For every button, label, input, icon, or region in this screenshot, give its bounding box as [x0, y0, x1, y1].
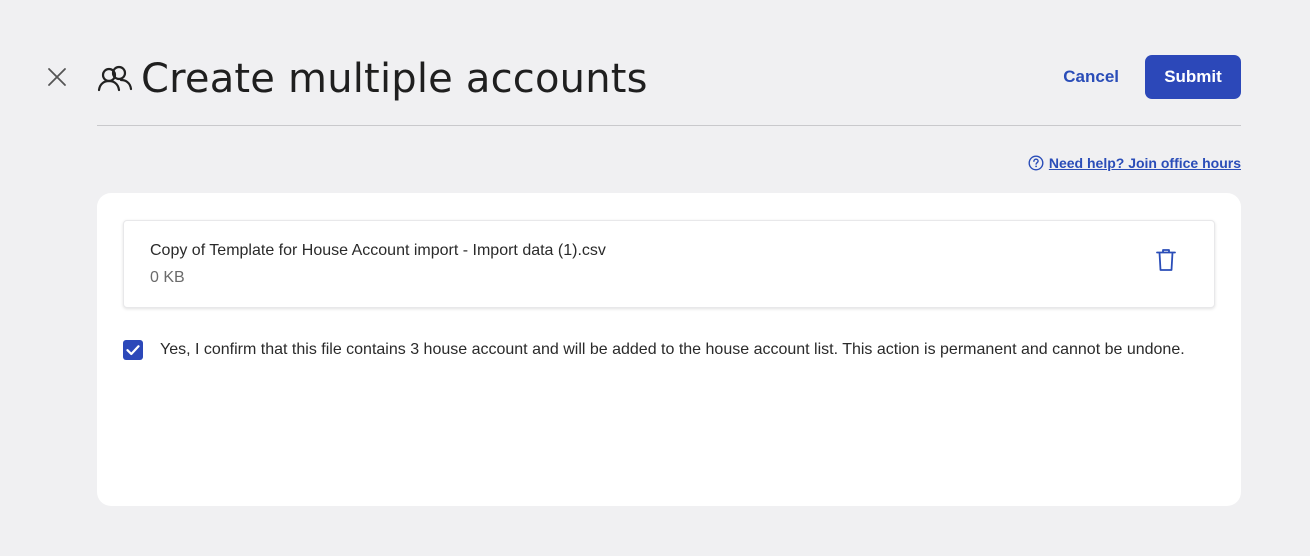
header-actions: Cancel Submit: [1045, 55, 1241, 99]
help-link-group[interactable]: Need help? Join office hours: [1028, 155, 1241, 171]
trash-icon: [1156, 249, 1176, 271]
confirm-text: Yes, I confirm that this file contains 3…: [160, 341, 1185, 358]
upload-card: Copy of Template for House Account impor…: [97, 193, 1241, 506]
page-header: Create multiple accounts Cancel Submit: [97, 52, 1241, 126]
submit-button[interactable]: Submit: [1145, 55, 1241, 99]
close-icon: [48, 68, 66, 86]
file-size: 0 KB: [150, 269, 185, 286]
question-circle-icon: [1028, 155, 1044, 171]
checkmark-icon: [126, 345, 140, 356]
cancel-button[interactable]: Cancel: [1045, 57, 1137, 97]
confirm-checkbox[interactable]: [123, 340, 143, 360]
uploaded-file: Copy of Template for House Account impor…: [123, 220, 1215, 308]
confirmation-row: Yes, I confirm that this file contains 3…: [123, 339, 1203, 363]
page: Create multiple accounts Cancel Submit N…: [0, 0, 1310, 556]
page-title: Create multiple accounts: [141, 56, 648, 102]
users-icon: [97, 61, 133, 97]
delete-file-button[interactable]: [1154, 247, 1178, 273]
help-link[interactable]: Need help? Join office hours: [1049, 155, 1241, 171]
close-button[interactable]: [45, 65, 69, 89]
file-name: Copy of Template for House Account impor…: [150, 242, 606, 259]
title-group: Create multiple accounts: [97, 56, 648, 102]
